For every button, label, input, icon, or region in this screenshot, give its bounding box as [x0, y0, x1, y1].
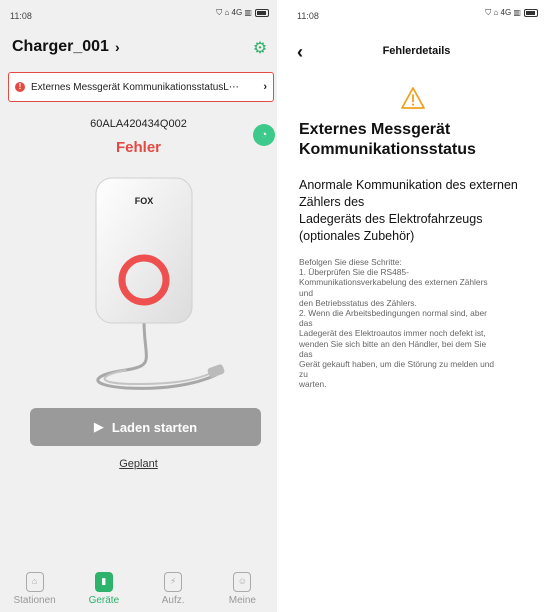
battery-icon: [255, 9, 269, 17]
tab-label: Geräte: [88, 595, 120, 606]
network-icon: ⛉ ⌂ 4G ▥: [216, 8, 252, 17]
step-line: das: [299, 318, 313, 329]
start-charging-button[interactable]: ▶ Laden starten: [30, 408, 261, 446]
step-line: Ladegerät des Elektroautos immer noch de…: [299, 328, 486, 339]
network-icon: ⛉ ⌂ 4G ▥: [485, 8, 521, 17]
stations-icon: ⌂: [25, 572, 44, 592]
warning-icon: [401, 87, 425, 109]
error-alert-banner[interactable]: ! Externes Messgerät Kommunikationsstatu…: [8, 72, 274, 102]
troubleshooting-steps: Befolgen Sie diese Schritte: 1. Überprüf…: [299, 257, 544, 390]
start-charging-label: Laden starten: [111, 419, 198, 435]
step-line: und: [299, 287, 313, 298]
error-icon: !: [15, 82, 25, 92]
bottom-tab-bar: ⌂ Stationen ▮ Geräte ⚡ Aufz. ☺ Meine: [0, 566, 277, 612]
device-name: Charger_001: [12, 38, 109, 55]
status-icons: ⛉ ⌂ 4G ▥: [485, 8, 538, 18]
page-title: Fehlerdetails: [382, 45, 451, 57]
records-icon: ⚡: [164, 572, 183, 592]
wifi-icon[interactable]: ◔: [253, 124, 275, 146]
description-line: Ladegeräts des Elektrofahrzeugs: [299, 212, 483, 226]
step-line: Kommunikationsverkabelung des externen Z…: [299, 277, 488, 288]
status-label: Fehler: [115, 139, 161, 156]
step-line: 2. Wenn die Arbeitsbedingungen normal si…: [299, 308, 487, 319]
alert-text: Externes Messgerät KommunikationsstatusL…: [31, 81, 239, 93]
step-line: das: [299, 348, 313, 359]
step-line: Befolgen Sie diese Schritte:: [299, 257, 402, 267]
brand-logo: FOX: [135, 196, 154, 206]
chevron-right-icon: ›: [263, 81, 267, 93]
nav-header: ‹ Fehlerdetails: [287, 42, 546, 64]
tab-label: Stationen: [13, 595, 56, 606]
tab-label: Aufz.: [161, 595, 185, 606]
step-line: warten.: [299, 379, 327, 390]
tab-devices[interactable]: ▮ Geräte: [74, 572, 134, 606]
status-time: 11:08: [10, 11, 32, 21]
tab-stations[interactable]: ⌂ Stationen: [5, 572, 65, 606]
description-line: Anormale Kommunikation des externen Zähl…: [299, 178, 518, 209]
status-icons: ⛉ ⌂ 4G ▥: [216, 8, 269, 18]
error-description: Anormale Kommunikation des externen Zähl…: [299, 177, 544, 245]
tab-label: Meine: [228, 595, 256, 606]
chevron-right-icon: ›: [114, 39, 120, 55]
tab-profile[interactable]: ☺ Meine: [212, 572, 272, 606]
battery-icon: [524, 9, 538, 17]
step-line: 1. Überprüfen Sie die RS485-: [299, 267, 409, 278]
play-icon: ▶: [93, 419, 104, 434]
step-line: den Betriebsstatus des Zählers.: [299, 297, 417, 308]
error-title: Externes Messgerät Kommunikationsstatus: [299, 121, 476, 158]
device-title[interactable]: Charger_001 ›: [12, 38, 120, 56]
charger-image: FOX: [95, 177, 225, 390]
step-line: zu: [299, 369, 308, 380]
description-line: (optionales Zubehör): [299, 229, 415, 243]
status-bar: 11:08 ⛉ ⌂ 4G ▥: [0, 0, 277, 28]
devices-icon: ▮: [94, 572, 113, 592]
gear-icon[interactable]: ⚙: [251, 40, 269, 58]
step-line: Gerät gekauft haben, um die Störung zu m…: [299, 359, 495, 370]
planned-link[interactable]: Geplant: [0, 458, 277, 470]
status-time: 11:08: [297, 11, 319, 21]
error-detail-screen: 11:08 ⛉ ⌂ 4G ▥ ‹ Fehlerdetails Externes …: [287, 0, 546, 612]
serial-number: 60ALA420434Q002: [90, 118, 187, 130]
tab-records[interactable]: ⚡ Aufz.: [143, 572, 203, 606]
status-bar: 11:08 ⛉ ⌂ 4G ▥: [287, 0, 546, 28]
step-line: wenden Sie sich bitte an den Händler, be…: [299, 338, 487, 349]
device-screen: 11:08 ⛉ ⌂ 4G ▥ Charger_001 › ⚙ ! Externe…: [0, 0, 277, 612]
profile-icon: ☺: [233, 572, 252, 592]
